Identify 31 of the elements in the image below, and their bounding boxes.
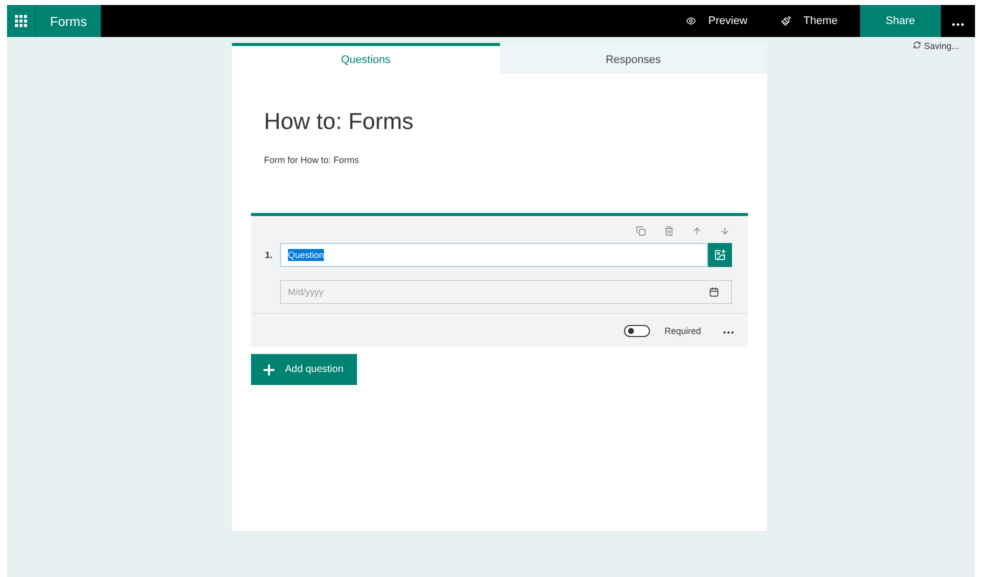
theme-button[interactable]: Theme [769, 5, 850, 37]
image-add-icon [714, 249, 726, 261]
calendar-icon [709, 287, 719, 297]
form-title: How to: Forms [264, 108, 415, 135]
share-button[interactable]: Share [860, 5, 941, 37]
ellipsis-icon [952, 23, 964, 26]
preview-button[interactable]: Preview [674, 5, 760, 37]
app-name[interactable]: Forms [35, 5, 101, 37]
app-launcher-button[interactable] [7, 5, 35, 37]
required-toggle[interactable] [624, 324, 650, 336]
insert-image-button[interactable] [708, 243, 732, 267]
question-input[interactable]: Question [280, 243, 708, 267]
copy-icon[interactable] [636, 226, 646, 236]
tab[interactable]: Responses [500, 43, 767, 74]
brush-icon [781, 16, 792, 26]
question-text: Question [288, 249, 324, 261]
sync-icon [912, 41, 921, 49]
add-question-button[interactable]: Add question [251, 354, 358, 385]
move-up-icon[interactable] [692, 226, 702, 236]
eye-icon [686, 16, 696, 26]
plus-icon [261, 362, 277, 378]
form-description: Form for How to: Forms [264, 155, 360, 165]
saving-status: Saving... [924, 41, 959, 51]
grid-icon [15, 15, 27, 27]
move-down-icon[interactable] [720, 226, 730, 236]
required-label: Required [664, 326, 701, 336]
ellipsis-icon [723, 330, 734, 334]
date-field[interactable]: M/d/yyyy [280, 280, 732, 304]
question-number: 1. [265, 250, 274, 260]
date-placeholder: M/d/yyyy [288, 287, 324, 297]
delete-icon[interactable] [664, 226, 674, 236]
